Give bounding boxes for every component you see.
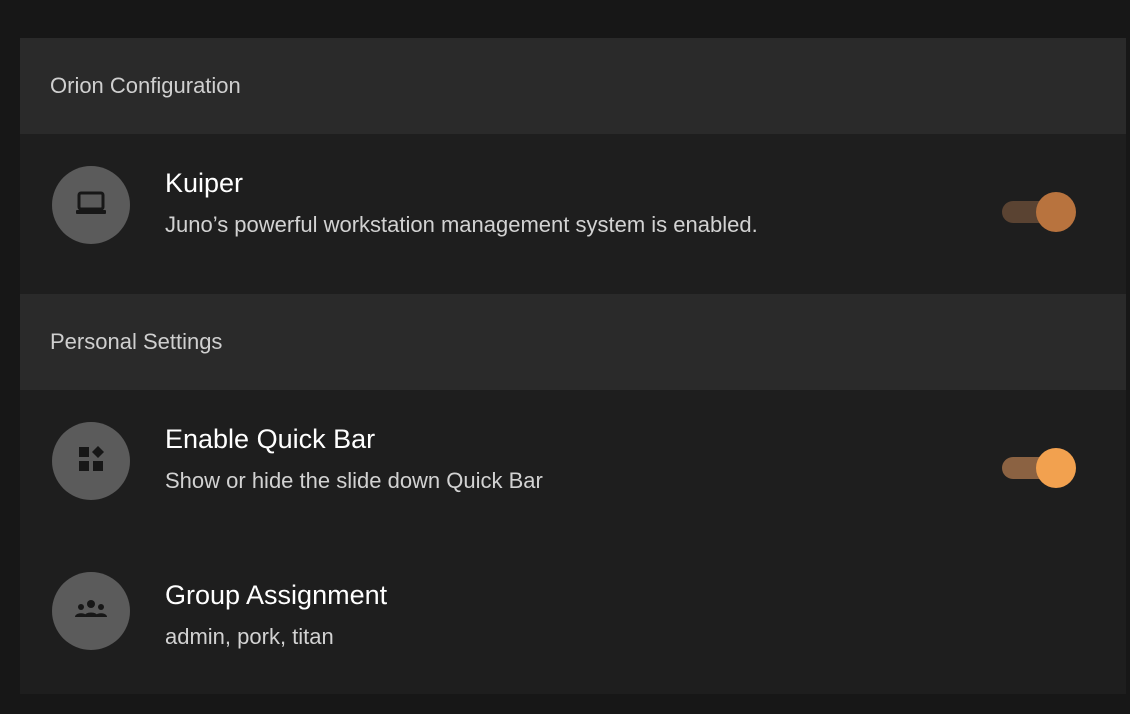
section-header-label: Personal Settings: [50, 329, 223, 354]
laptop-icon: [75, 191, 107, 220]
toggle-thumb: [1036, 448, 1076, 488]
setting-icon-circle: [52, 166, 130, 244]
setting-text: Kuiper Juno’s powerful workstation manag…: [165, 166, 945, 240]
setting-description: Juno’s powerful workstation management s…: [165, 212, 758, 237]
widgets-icon: [77, 445, 105, 478]
setting-icon-circle: [52, 572, 130, 650]
kuiper-toggle[interactable]: [1002, 192, 1076, 232]
setting-title: Enable Quick Bar: [165, 424, 376, 454]
setting-row-group-assignment[interactable]: Group Assignment admin, pork, titan: [20, 550, 1126, 678]
setting-title: Kuiper: [165, 168, 244, 198]
section-personal-settings: Enable Quick Bar Show or hide the slide …: [20, 390, 1126, 678]
setting-text: Group Assignment admin, pork, titan: [165, 578, 945, 652]
toggle-thumb: [1036, 192, 1076, 232]
setting-title: Group Assignment: [165, 580, 388, 610]
section-header-orion-configuration: Orion Configuration: [20, 38, 1126, 134]
settings-panel: Orion Configuration Kuiper Juno’s powerf…: [20, 38, 1126, 694]
setting-row-kuiper: Kuiper Juno’s powerful workstation manag…: [20, 134, 1126, 294]
section-orion-configuration: Kuiper Juno’s powerful workstation manag…: [20, 134, 1126, 294]
setting-description: Show or hide the slide down Quick Bar: [165, 468, 543, 493]
section-header-label: Orion Configuration: [50, 73, 241, 98]
quick-bar-toggle[interactable]: [1002, 448, 1076, 488]
setting-text: Enable Quick Bar Show or hide the slide …: [165, 422, 945, 496]
group-icon: [73, 597, 109, 626]
section-header-personal-settings: Personal Settings: [20, 294, 1126, 390]
setting-description: admin, pork, titan: [165, 624, 334, 649]
setting-icon-circle: [52, 422, 130, 500]
setting-row-enable-quick-bar: Enable Quick Bar Show or hide the slide …: [20, 390, 1126, 550]
